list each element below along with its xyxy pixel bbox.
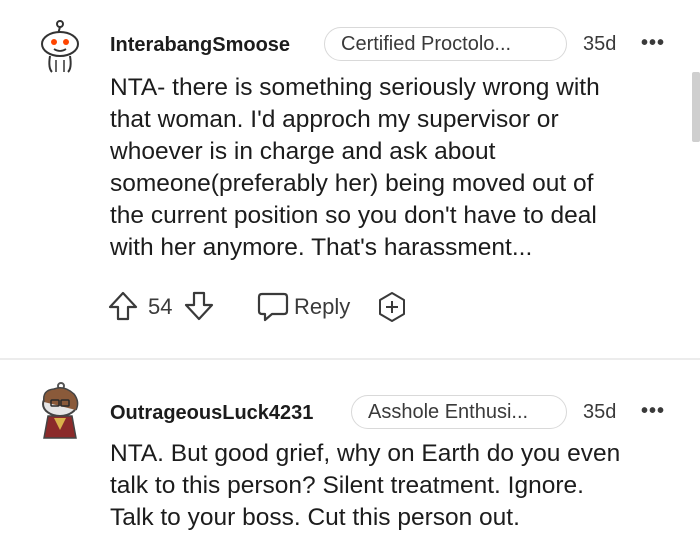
comment-body: NTA- there is something seriously wrong … [110, 74, 600, 261]
comment-body: NTA. But good grief, why on Earth do you… [110, 440, 621, 531]
custom-avatar-icon [42, 382, 79, 439]
reply-icon[interactable] [256, 291, 290, 323]
more-options-button[interactable]: ••• [641, 400, 665, 423]
scrollbar[interactable] [692, 72, 700, 142]
vote-count: 54 [148, 294, 173, 319]
comment-age: 35d [583, 401, 617, 423]
more-options-button[interactable]: ••• [641, 32, 665, 55]
downvote-icon[interactable] [184, 290, 214, 322]
user-avatar[interactable] [34, 380, 86, 439]
award-icon[interactable] [376, 291, 408, 323]
user-flair: Certified Proctolo... [324, 27, 567, 61]
reply-button[interactable]: Reply [294, 294, 350, 320]
comment-username[interactable]: OutrageousLuck4231 [110, 402, 313, 425]
comment: OutrageousLuck4231 Asshole Enthusi... 35… [0, 360, 700, 544]
user-avatar[interactable] [34, 14, 86, 73]
upvote-icon[interactable] [108, 290, 138, 322]
comment-username[interactable]: InterabangSmoose [110, 34, 290, 57]
comment-age: 35d [583, 33, 617, 55]
comment: InterabangSmoose Certified Proctolo... 3… [0, 0, 700, 358]
user-flair: Asshole Enthusi... [351, 395, 567, 429]
snoo-avatar-icon [41, 20, 79, 73]
